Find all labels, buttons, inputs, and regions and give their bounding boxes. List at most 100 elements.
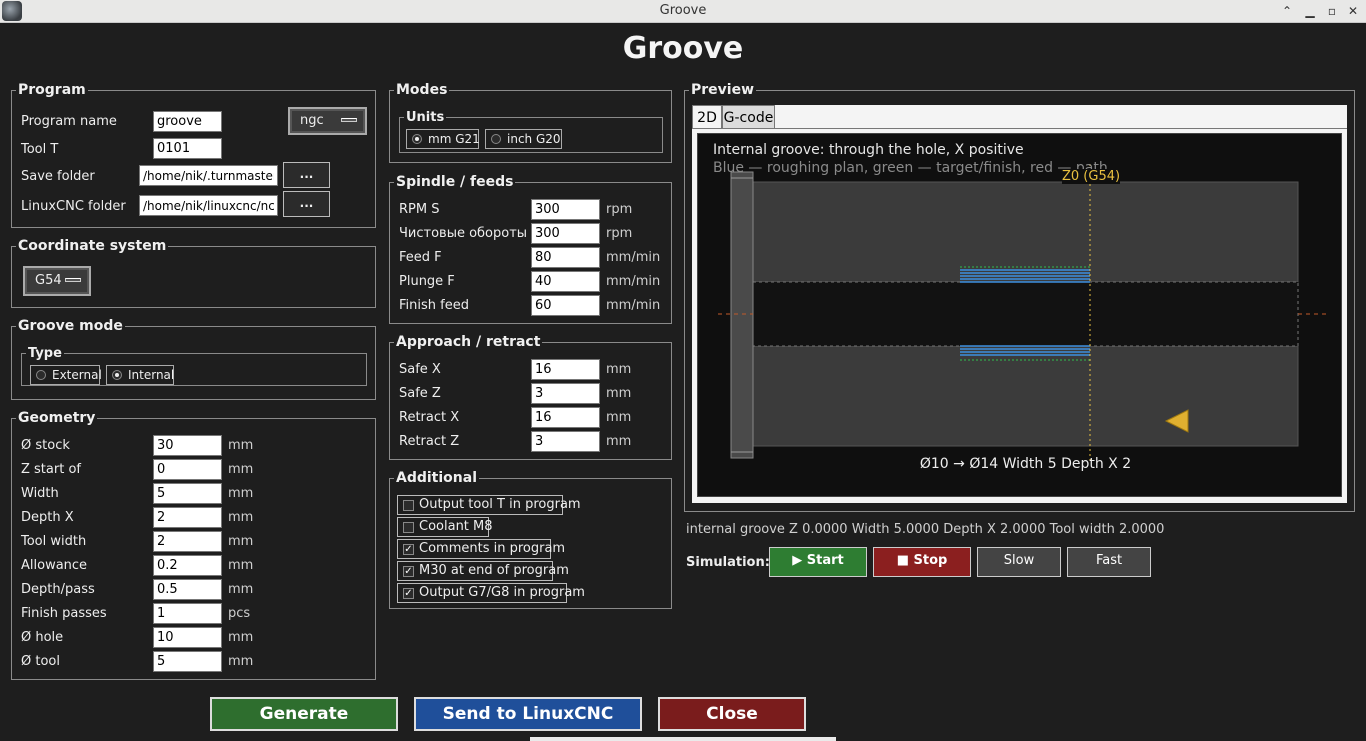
spindle-field-input[interactable] — [531, 295, 600, 316]
geometry-field-input[interactable] — [153, 531, 222, 552]
geometry-field-input[interactable] — [153, 507, 222, 528]
z0-label: Z0 (G54) — [1062, 169, 1121, 184]
geometry-field-input[interactable] — [153, 579, 222, 600]
coordinate-system-select[interactable]: G54 — [23, 266, 91, 296]
preview-drawing — [718, 164, 1328, 464]
coordinate-system-legend: Coordinate system — [18, 238, 167, 254]
simulation-stop-button[interactable]: ■ Stop — [873, 547, 971, 577]
geometry-field-input[interactable] — [153, 651, 222, 672]
tab-gcode[interactable]: G-code — [722, 105, 775, 129]
approach-field-input[interactable] — [531, 359, 600, 380]
additional-checkbox-label: Output G7/G8 in program — [419, 585, 585, 600]
geometry-field-input[interactable] — [153, 555, 222, 576]
units-legend: Units — [406, 110, 445, 125]
program-name-label: Program name — [21, 114, 117, 129]
geometry-field-unit: pcs — [228, 606, 251, 621]
generate-button[interactable]: Generate — [210, 697, 398, 731]
radio-off-icon — [491, 134, 501, 144]
simulation-fast-button[interactable]: Fast — [1067, 547, 1151, 577]
inch-radio[interactable]: inch G20 — [485, 129, 562, 149]
save-folder-label: Save folder — [21, 169, 95, 184]
spindle-field-label: Чистовые обороты S — [399, 226, 540, 241]
tool-input[interactable] — [153, 138, 222, 159]
tool-label: Tool T — [21, 142, 59, 157]
approach-field-unit: mm — [606, 434, 632, 449]
tab-strip — [775, 105, 1347, 129]
minimize-icon[interactable]: ⌃ — [1277, 0, 1297, 22]
spindle-field-unit: rpm — [606, 226, 633, 241]
checkbox-checked-icon: ✓ — [403, 544, 414, 555]
geometry-field-input[interactable] — [153, 627, 222, 648]
spindle-field-input[interactable] — [531, 271, 600, 292]
simulation-slow-button[interactable]: Slow — [977, 547, 1061, 577]
save-folder-browse-button[interactable]: ... — [283, 162, 330, 188]
linuxcnc-folder-label: LinuxCNC folder — [21, 199, 126, 214]
geometry-field-label: Ø stock — [21, 438, 70, 453]
geometry-field-label: Tool width — [21, 534, 87, 549]
radio-off-icon — [36, 370, 46, 380]
format-select-value: ngc — [300, 113, 324, 128]
approach-field-input[interactable] — [531, 407, 600, 428]
iconify-icon[interactable]: ▁ — [1300, 0, 1320, 22]
external-radio[interactable]: External — [30, 365, 102, 385]
linuxcnc-folder-input[interactable] — [139, 195, 278, 216]
approach-field-unit: mm — [606, 410, 632, 425]
geometry-field-input[interactable] — [153, 435, 222, 456]
geometry-field-unit: mm — [228, 558, 254, 573]
checkbox-unchecked-icon — [403, 522, 414, 533]
additional-checkbox[interactable]: ✓ Comments in program — [397, 539, 565, 559]
geometry-field-label: Depth X — [21, 510, 74, 525]
tab-2d[interactable]: 2D — [692, 105, 722, 129]
geometry-legend: Geometry — [18, 410, 96, 426]
approach-field-label: Safe Z — [399, 386, 441, 401]
geometry-field-unit: mm — [228, 462, 254, 477]
additional-checkbox[interactable]: Output tool T in program — [397, 495, 581, 515]
spindle-field-input[interactable] — [531, 223, 600, 244]
additional-checkbox[interactable]: ✓ M30 at end of program — [397, 561, 569, 581]
approach-field-input[interactable] — [531, 383, 600, 404]
preview-dimensions: Ø10 → Ø14 Width 5 Depth X 2 — [919, 456, 1132, 472]
geometry-field-input[interactable] — [153, 459, 222, 480]
checkbox-checked-icon: ✓ — [403, 588, 414, 599]
additional-checkbox[interactable]: Coolant M8 — [397, 517, 493, 537]
geometry-field-input[interactable] — [153, 603, 222, 624]
send-to-linuxcnc-button[interactable]: Send to LinuxCNC — [414, 697, 642, 731]
geometry-field-input[interactable] — [153, 483, 222, 504]
maximize-icon[interactable]: ▫ — [1322, 0, 1342, 22]
approach-field-label: Retract X — [399, 410, 460, 425]
geometry-field-unit: mm — [228, 630, 254, 645]
linuxcnc-folder-browse-button[interactable]: ... — [283, 191, 330, 217]
spindle-field-unit: rpm — [606, 202, 633, 217]
internal-radio[interactable]: Internal — [106, 365, 174, 385]
mm-radio[interactable]: mm G21 — [406, 129, 480, 149]
type-legend: Type — [28, 346, 62, 361]
preview-notebook: 2D G-code Internal groove: through the h… — [692, 105, 1347, 503]
additional-checkbox-label: M30 at end of program — [419, 563, 569, 578]
program-legend: Program — [18, 82, 86, 98]
geometry-field-label: Depth/pass — [21, 582, 95, 597]
additional-checkbox-label: Output tool T in program — [419, 497, 581, 512]
approach-field-unit: mm — [606, 386, 632, 401]
format-select[interactable]: ngc — [288, 107, 367, 135]
spindle-field-input[interactable] — [531, 199, 600, 220]
dropdown-indicator-icon — [341, 118, 357, 122]
radio-on-icon — [112, 370, 122, 380]
geometry-field-unit: mm — [228, 486, 254, 501]
approach-field-input[interactable] — [531, 431, 600, 452]
geometry-field-unit: mm — [228, 534, 254, 549]
tab-body: Internal groove: through the hole, X pos… — [692, 129, 1347, 503]
additional-checkbox[interactable]: ✓ Output G7/G8 in program — [397, 583, 585, 603]
program-name-input[interactable] — [153, 111, 222, 132]
radio-on-icon — [412, 134, 422, 144]
modes-legend: Modes — [396, 82, 448, 98]
geometry-field-label: Ø hole — [21, 630, 64, 645]
spindle-field-unit: mm/min — [606, 298, 661, 313]
approach-field-label: Safe X — [399, 362, 441, 377]
groove-mode-legend: Groove mode — [18, 318, 123, 334]
close-button[interactable]: Close — [658, 697, 806, 731]
simulation-start-button[interactable]: ▶ Start — [769, 547, 867, 577]
spindle-field-input[interactable] — [531, 247, 600, 268]
close-icon[interactable]: ✕ — [1343, 0, 1363, 22]
save-folder-input[interactable] — [139, 165, 278, 186]
coordinate-system-value: G54 — [35, 273, 62, 288]
